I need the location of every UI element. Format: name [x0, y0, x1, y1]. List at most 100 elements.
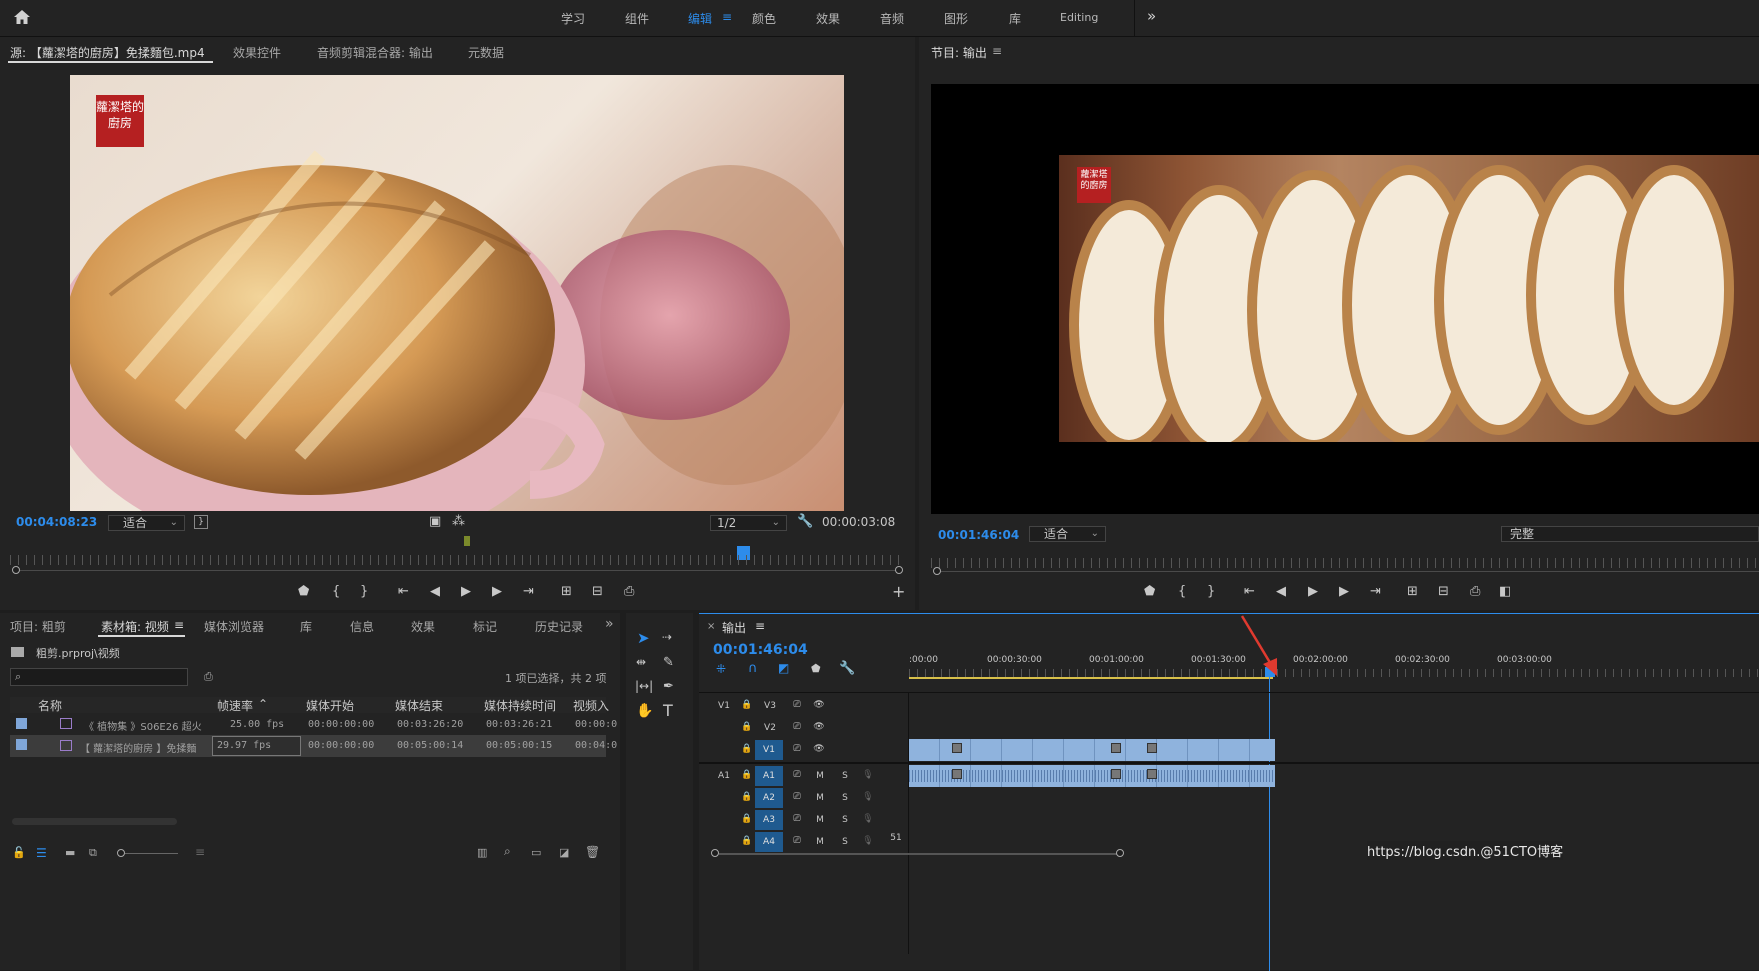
- timeline-settings-icon[interactable]: 🔧: [839, 661, 855, 676]
- mic-icon[interactable]: 🎙: [862, 836, 874, 846]
- selection-tool-icon[interactable]: ➤: [637, 629, 650, 647]
- source-time-ruler[interactable]: [10, 555, 905, 565]
- sync-lock-icon[interactable]: ⎚: [790, 792, 804, 802]
- workspace-tab-editing-custom[interactable]: Editing: [1060, 11, 1098, 24]
- mute-button[interactable]: M: [814, 771, 826, 781]
- mute-button[interactable]: M: [814, 793, 826, 803]
- sort-chevron-up-icon[interactable]: ⌃: [258, 697, 268, 711]
- eye-icon[interactable]: 👁: [812, 744, 826, 754]
- source-patch-a1[interactable]: A1: [715, 771, 733, 781]
- track-v3-label[interactable]: V3: [761, 701, 779, 711]
- workspace-menu-icon[interactable]: ≡: [722, 10, 732, 24]
- workspace-tab-learn[interactable]: 学习: [561, 10, 585, 27]
- insert-icon[interactable]: ⊞: [561, 584, 572, 600]
- tab-libraries[interactable]: 库: [300, 618, 312, 635]
- tab-effects[interactable]: 效果: [411, 618, 435, 635]
- track-a3-label[interactable]: A3: [755, 810, 783, 830]
- workspace-tab-graphics[interactable]: 图形: [944, 10, 968, 27]
- close-icon[interactable]: ×: [707, 621, 715, 632]
- home-icon[interactable]: [13, 8, 31, 26]
- workspace-tab-editing[interactable]: 编辑: [688, 10, 712, 27]
- comparison-view-icon[interactable]: ◧: [1499, 584, 1511, 600]
- program-fit-dropdown[interactable]: 适合 ⌄: [1029, 526, 1106, 542]
- mic-icon[interactable]: 🎙: [862, 770, 874, 780]
- step-forward-icon[interactable]: ▶: [1339, 584, 1349, 600]
- pen-tool-icon[interactable]: ✒: [663, 679, 674, 694]
- sort-icons-icon[interactable]: ≡: [195, 845, 205, 859]
- list-view-icon[interactable]: ☰: [36, 846, 47, 860]
- mark-in-icon[interactable]: {: [1178, 584, 1186, 600]
- source-zoom-right-handle[interactable]: [895, 566, 903, 574]
- mark-out-icon[interactable]: }: [360, 584, 368, 600]
- go-to-in-icon[interactable]: ⇤: [398, 584, 409, 600]
- track-a1-label[interactable]: A1: [755, 766, 783, 786]
- program-scrub-bar[interactable]: [938, 571, 1759, 572]
- add-marker-icon[interactable]: ⬟: [298, 584, 309, 600]
- mute-button[interactable]: M: [814, 837, 826, 847]
- tab-project[interactable]: 项目: 粗剪: [10, 618, 66, 635]
- column-frame-rate[interactable]: 帧速率: [217, 697, 253, 714]
- column-media-duration[interactable]: 媒体持续时间: [484, 697, 556, 714]
- source-scrub-bar[interactable]: [16, 570, 899, 571]
- timeline-zoom-right-handle[interactable]: [1116, 849, 1124, 857]
- automate-to-sequence-icon[interactable]: ▥: [477, 846, 487, 859]
- audio-clip-a1[interactable]: [909, 765, 1275, 787]
- hand-tool-icon[interactable]: ✋: [636, 703, 653, 719]
- tab-info[interactable]: 信息: [350, 618, 374, 635]
- tab-bin-video[interactable]: 素材箱: 视频: [101, 618, 169, 635]
- workspace-tab-effects[interactable]: 效果: [816, 10, 840, 27]
- new-bin-icon[interactable]: ▭: [531, 846, 541, 859]
- snap-magnet-icon[interactable]: ∩: [748, 661, 758, 676]
- new-item-icon[interactable]: ◪: [559, 846, 569, 859]
- bin-horizontal-scrollbar[interactable]: [12, 818, 177, 825]
- sync-lock-icon[interactable]: ⎚: [790, 814, 804, 824]
- source-playhead-timecode[interactable]: 00:04:08:23: [16, 515, 97, 529]
- type-tool-icon[interactable]: T: [663, 701, 673, 720]
- mark-in-icon[interactable]: {: [332, 584, 340, 600]
- source-zoom-left-handle[interactable]: [12, 566, 20, 574]
- program-time-ruler[interactable]: [931, 558, 1759, 568]
- column-media-start[interactable]: 媒体开始: [306, 697, 354, 714]
- lock-icon[interactable]: 🔒: [741, 722, 753, 732]
- column-media-end[interactable]: 媒体结束: [395, 697, 443, 714]
- lock-icon[interactable]: 🔒: [741, 700, 753, 710]
- bin-search-input[interactable]: ⌕: [10, 668, 188, 686]
- ripple-edit-tool-icon[interactable]: ⇹: [636, 655, 646, 669]
- workspace-tab-color[interactable]: 颜色: [752, 10, 776, 27]
- source-patch-v1[interactable]: V1: [715, 701, 733, 711]
- solo-button[interactable]: S: [839, 815, 851, 825]
- insert-bracket-icon[interactable]: }: [194, 515, 208, 529]
- extract-icon[interactable]: ⊟: [1438, 584, 1449, 600]
- zoom-slider-handle[interactable]: [117, 849, 125, 857]
- linked-selection-icon[interactable]: ◩: [778, 661, 789, 675]
- sync-lock-icon[interactable]: ⎚: [790, 744, 804, 754]
- lock-icon[interactable]: 🔓: [12, 846, 26, 859]
- step-back-icon[interactable]: ◀: [1276, 584, 1286, 600]
- find-icon[interactable]: ⌕: [504, 844, 511, 859]
- more-tabs-icon[interactable]: »: [605, 616, 614, 632]
- solo-button[interactable]: S: [839, 771, 851, 781]
- tab-source-clip[interactable]: 源: 【蘿潔塔的廚房】免揉麵包.mp4: [10, 44, 205, 61]
- track-v1-label[interactable]: V1: [755, 740, 783, 760]
- track-v2-label[interactable]: V2: [761, 723, 779, 733]
- solo-button[interactable]: S: [839, 837, 851, 847]
- table-row[interactable]: 《 植物集 》S06E26 超火 25.00 fps 00:00:00:00 0…: [10, 714, 617, 735]
- video-clip-v1[interactable]: [909, 739, 1275, 761]
- play-icon[interactable]: ▶: [461, 584, 471, 600]
- workspace-tab-assembly[interactable]: 组件: [625, 10, 649, 27]
- tab-history[interactable]: 历史记录: [535, 618, 583, 635]
- lock-icon[interactable]: 🔒: [741, 836, 753, 846]
- lift-icon[interactable]: ⊞: [1407, 584, 1418, 600]
- panel-menu-icon[interactable]: ≡: [755, 619, 765, 633]
- column-video-in[interactable]: 视频入: [573, 697, 609, 714]
- razor-tool-icon[interactable]: ✎: [663, 655, 674, 670]
- go-to-out-icon[interactable]: ⇥: [1370, 584, 1381, 600]
- solo-button[interactable]: S: [839, 793, 851, 803]
- track-a2-label[interactable]: A2: [755, 788, 783, 808]
- tab-media-browser[interactable]: 媒体浏览器: [204, 618, 264, 635]
- panel-menu-icon[interactable]: ≡: [174, 618, 184, 632]
- drag-video-icon[interactable]: ▣: [429, 514, 441, 530]
- eye-icon[interactable]: 👁: [812, 722, 826, 732]
- export-frame-icon[interactable]: ⎙: [1470, 584, 1480, 600]
- timeline-zoom-left-handle[interactable]: [711, 849, 719, 857]
